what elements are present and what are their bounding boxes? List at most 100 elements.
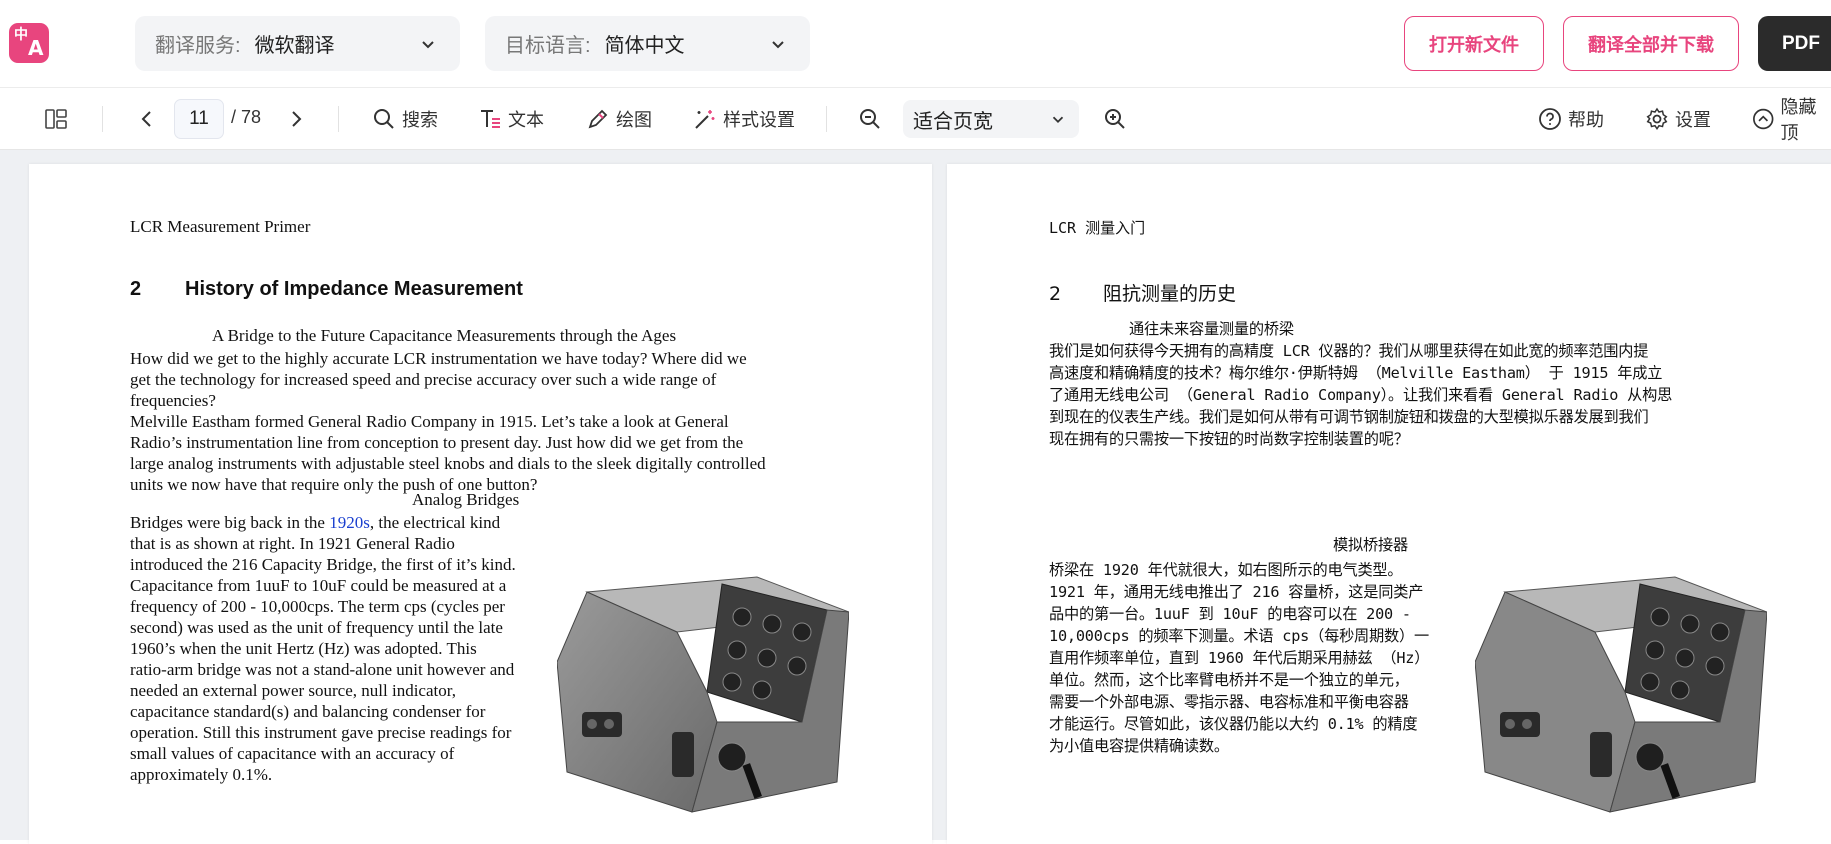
text-line: 了通用无线电公司 （General Radio Company）。让我们来看看 … bbox=[1049, 386, 1673, 404]
translated-page: LCR 测量入门 2 阻抗测量的历史 通往未来容量测量的桥梁 我们是如何获得今天拥… bbox=[947, 164, 1831, 844]
pen-icon bbox=[588, 109, 608, 129]
zoom-select[interactable]: 适合页宽 bbox=[903, 100, 1079, 138]
text-line: get the technology for increased speed a… bbox=[130, 370, 717, 389]
translate-all-download-button[interactable]: 翻译全部并下载 bbox=[1563, 16, 1739, 71]
prev-page-button[interactable] bbox=[135, 88, 159, 150]
sidebar-toggle-button[interactable] bbox=[44, 88, 68, 150]
section-number: 2 bbox=[1049, 283, 1062, 305]
capacity-bridge-photo bbox=[557, 576, 849, 813]
translation-service-value: 微软翻译 bbox=[254, 35, 335, 57]
draw-tool-button[interactable]: 绘图 bbox=[586, 88, 652, 150]
pdf-button[interactable]: PDF bbox=[1758, 16, 1831, 71]
section-heading: 2 History of Impedance Measurement bbox=[130, 278, 523, 301]
style-settings-label: 样式设置 bbox=[723, 110, 795, 130]
subtitle: A Bridge to the Future Capacitance Measu… bbox=[212, 326, 677, 345]
subtitle: 模拟桥接器 bbox=[1333, 536, 1408, 554]
translation-service-select[interactable]: 翻译服务: 微软翻译 bbox=[135, 16, 460, 71]
search-icon bbox=[374, 109, 394, 129]
chevron-up-circle-icon bbox=[1753, 108, 1774, 130]
zoom-in-button[interactable] bbox=[1103, 88, 1127, 150]
style-settings-button[interactable]: 样式设置 bbox=[693, 88, 795, 150]
page-header: LCR 测量入门 bbox=[1049, 219, 1146, 237]
text-line: capacitance standard(s) and balancing co… bbox=[130, 702, 486, 721]
zoom-out-button[interactable] bbox=[858, 88, 882, 150]
text-line: Capacitance from 1uuF to 10uF could be m… bbox=[130, 576, 507, 595]
settings-button[interactable]: 设置 bbox=[1645, 88, 1711, 150]
section-title: History of Impedance Measurement bbox=[185, 278, 523, 300]
hide-toolbar-label: 隐藏顶 bbox=[1780, 97, 1817, 143]
paragraph-analog-bridges: Bridges were big back in the 1920s, the … bbox=[130, 512, 516, 785]
top-bar: 中 A 翻译服务: 微软翻译 目标语言: 简体中文 打开新文件 翻译全部并下载 … bbox=[0, 0, 1831, 88]
text-line: ratio-arm bridge was not a stand-alone u… bbox=[130, 660, 515, 679]
logo-glyph-2: A bbox=[28, 36, 44, 60]
section-heading: 2 阻抗测量的历史 bbox=[1049, 279, 1236, 306]
help-icon bbox=[1539, 108, 1561, 130]
text-line: small values of capacitance with an accu… bbox=[130, 744, 455, 763]
text-line: large analog instruments with adjustable… bbox=[130, 454, 766, 473]
section-number: 2 bbox=[130, 278, 142, 300]
subtitle: Analog Bridges bbox=[412, 490, 520, 509]
text-line: 品中的第一台。1uuF 到 10uF 的电容可以在 200 - bbox=[1049, 605, 1411, 623]
help-label: 帮助 bbox=[1568, 110, 1604, 130]
open-new-file-button[interactable]: 打开新文件 bbox=[1404, 16, 1544, 71]
next-page-button[interactable] bbox=[284, 88, 308, 150]
settings-label: 设置 bbox=[1675, 110, 1711, 130]
text-line: needed an external power source, null in… bbox=[130, 681, 456, 700]
text-line: How did we get to the highly accurate LC… bbox=[130, 349, 747, 368]
page-total: / 78 bbox=[231, 107, 262, 127]
chevron-down-icon bbox=[772, 41, 784, 49]
pdf-button-label: PDF bbox=[1782, 32, 1820, 54]
text-line: introduced the 216 Capacity Bridge, the … bbox=[130, 555, 516, 574]
translation-service-label: 翻译服务: bbox=[155, 35, 241, 57]
target-language-label: 目标语言: bbox=[505, 35, 591, 57]
text-line: 直用作频率单位，直到 1960 年代后期采用赫兹 （Hz） bbox=[1049, 649, 1430, 667]
help-button[interactable]: 帮助 bbox=[1538, 88, 1604, 150]
text-line: 1960’s when the unit Hertz (Hz) was adop… bbox=[130, 639, 477, 658]
app-logo: 中 A bbox=[9, 23, 49, 63]
link-1920s[interactable]: 1920s bbox=[329, 513, 370, 532]
text-line: 需要一个外部电源、零指示器、电容标准和平衡电容器 bbox=[1049, 693, 1409, 711]
page-header: LCR Measurement Primer bbox=[130, 217, 311, 236]
text-line: Bridges were big back in the 1920s, the … bbox=[130, 512, 516, 533]
chevron-down-icon bbox=[422, 41, 434, 49]
chevron-down-icon bbox=[1052, 116, 1064, 123]
text-line: approximately 0.1%. bbox=[130, 765, 273, 784]
text-icon bbox=[481, 110, 500, 128]
text-line: 单位。然而，这个比率臂电桥并不是一个独立的单元， bbox=[1049, 671, 1409, 689]
target-language-select[interactable]: 目标语言: 简体中文 bbox=[485, 16, 810, 71]
sidebar-layout-icon bbox=[45, 109, 67, 129]
text-line: 10,000cps 的频率下测量。术语 cps（每秒周期数）一 bbox=[1049, 627, 1429, 645]
text-tool-button[interactable]: 文本 bbox=[478, 88, 544, 150]
text-line: frequency of 200 - 10,000cps. The term c… bbox=[130, 597, 505, 616]
chevron-left-icon bbox=[141, 111, 151, 127]
paragraph-analog-bridges: 桥梁在 1920 年代就很大，如右图所示的电气类型。 1921 年，通用无线电推… bbox=[1049, 559, 1429, 757]
text-line: 为小值电容提供精确读数。 bbox=[1049, 737, 1229, 755]
zoom-in-icon bbox=[1105, 109, 1125, 129]
text-line: second) was used as the unit of frequenc… bbox=[130, 618, 503, 637]
page-number-input[interactable]: 11 bbox=[174, 99, 224, 139]
text-line: 桥梁在 1920 年代就很大，如右图所示的电气类型。 bbox=[1049, 561, 1403, 579]
text-line: 到现在的仪表生产线。我们是如何从带有可调节钢制旋钮和拨盘的大型模拟乐器发展到我们 bbox=[1049, 408, 1649, 426]
text-line: frequencies? bbox=[130, 391, 216, 410]
text-line: 才能运行。尽管如此，该仪器仍能以大约 0.1% 的精度 bbox=[1049, 715, 1418, 733]
target-language-value: 简体中文 bbox=[604, 35, 685, 57]
text-line: 高速度和精确精度的技术？梅尔维尔·伊斯特姆 （Melville Eastham）… bbox=[1049, 364, 1663, 382]
text-line: 1921 年，通用无线电推出了 216 容量桥，这是同类产 bbox=[1049, 583, 1424, 601]
text-line: that is as shown at right. In 1921 Gener… bbox=[130, 534, 455, 553]
zoom-value: 适合页宽 bbox=[913, 110, 993, 133]
magic-wand-icon bbox=[695, 110, 715, 129]
subtitle: 通往未来容量测量的桥梁 bbox=[1129, 320, 1294, 338]
text-line: operation. Still this instrument gave pr… bbox=[130, 723, 512, 742]
search-button[interactable]: 搜索 bbox=[372, 88, 438, 150]
capacity-bridge-photo bbox=[1475, 576, 1767, 813]
document-viewer[interactable]: LCR Measurement Primer 2 History of Imped… bbox=[0, 150, 1831, 844]
zoom-out-icon bbox=[860, 109, 880, 129]
paragraph-intro: 我们是如何获得今天拥有的高精度 LCR 仪器的？我们从哪里获得在如此宽的频率范围… bbox=[1049, 340, 1672, 450]
text-line: Radio’s instrumentation line from concep… bbox=[130, 433, 744, 452]
text-segment: Bridges were big back in the bbox=[130, 513, 330, 532]
text-line: 现在拥有的只需按一下按钮的时尚数字控制装置的呢？ bbox=[1049, 430, 1409, 448]
text-line: Melville Eastham formed General Radio Co… bbox=[130, 412, 729, 431]
text-segment: , the electrical kind bbox=[369, 513, 501, 532]
search-label: 搜索 bbox=[402, 110, 438, 130]
hide-toolbar-button[interactable]: 隐藏顶 bbox=[1752, 88, 1831, 150]
